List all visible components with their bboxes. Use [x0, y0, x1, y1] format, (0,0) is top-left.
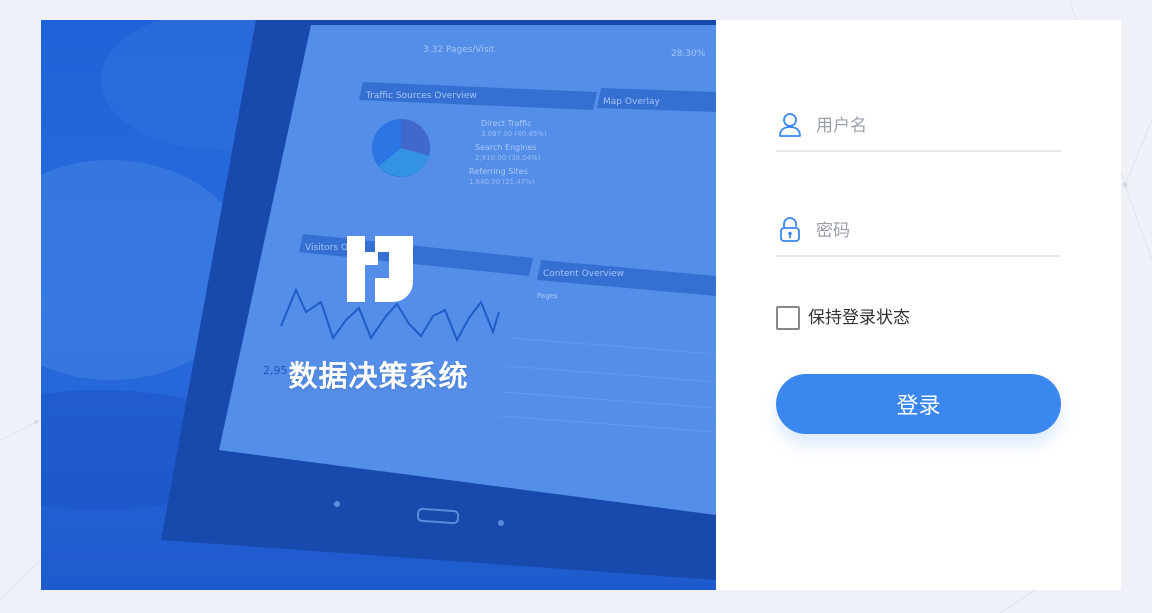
login-button[interactable]: 登录: [776, 374, 1061, 434]
remember-me-checkbox[interactable]: [776, 306, 800, 330]
login-card: Traffic Sources Overview Direct Traffic …: [41, 20, 1121, 590]
remember-me-label[interactable]: 保持登录状态: [808, 306, 910, 330]
brand-title: 数据决策系统: [288, 359, 469, 393]
lock-icon: [780, 217, 800, 242]
username-field: [776, 104, 1061, 152]
user-icon: [779, 113, 801, 137]
password-field: [776, 209, 1061, 257]
password-input[interactable]: [814, 215, 1058, 247]
hero-panel: Traffic Sources Overview Direct Traffic …: [41, 20, 716, 590]
login-form: 保持登录状态 登录: [776, 20, 1061, 590]
brand-logo-icon: [347, 236, 413, 302]
username-input[interactable]: [814, 110, 1058, 142]
